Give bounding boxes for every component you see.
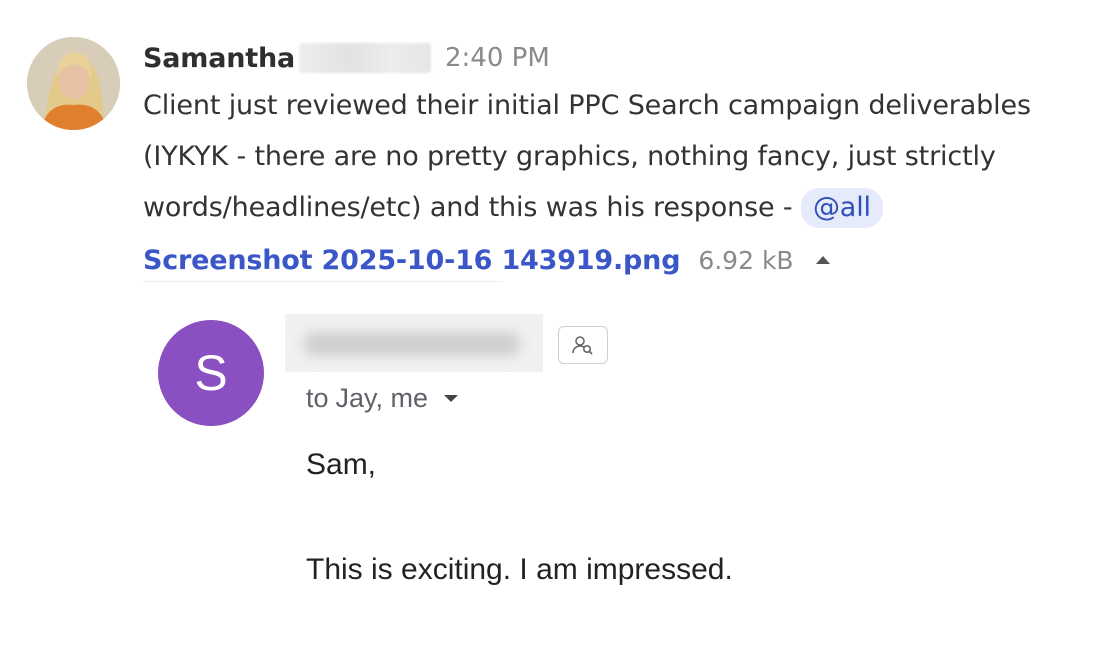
recipients-prefix: to: [306, 382, 329, 413]
recipients-toggle[interactable]: to Jay, me: [306, 378, 459, 418]
message-line: (IYKYK - there are no pretty graphics, n…: [143, 141, 996, 172]
message-line: Client just reviewed their initial PPC S…: [143, 90, 1031, 121]
message-body: Client just reviewed their initial PPC S…: [143, 80, 1083, 233]
redacted-surname: [299, 43, 431, 73]
sender-name[interactable]: Samantha: [143, 43, 295, 74]
message-timestamp[interactable]: 2:40 PM: [445, 43, 550, 73]
message-line-text: words/headlines/etc) and this was his re…: [143, 192, 801, 223]
recipients-list: Jay, me: [335, 382, 429, 413]
contact-details-icon[interactable]: [558, 326, 608, 364]
attachment-size: 6.92 kB: [698, 245, 794, 275]
message-line: words/headlines/etc) and this was his re…: [143, 182, 1083, 233]
caret-down-icon[interactable]: [444, 394, 459, 402]
attachment: Screenshot 2025-10-16 143919.png 6.92 kB: [143, 236, 830, 284]
mention-all[interactable]: @all: [800, 188, 883, 228]
email-greeting: Sam,: [306, 448, 377, 481]
sender-avatar[interactable]: [27, 37, 120, 130]
email-body-text: This is exciting. I am impressed.: [306, 553, 733, 586]
attachment-filename-link[interactable]: Screenshot 2025-10-16 143919.png: [143, 245, 681, 276]
email-sender-avatar: S: [158, 320, 264, 426]
redacted-sender-name: [285, 314, 543, 372]
divider: [143, 281, 503, 282]
message-header: Samantha 2:40 PM: [143, 38, 550, 78]
caret-up-icon[interactable]: [815, 256, 830, 264]
